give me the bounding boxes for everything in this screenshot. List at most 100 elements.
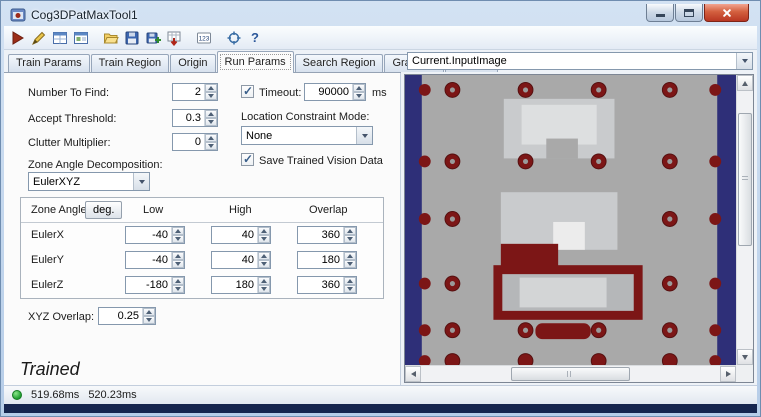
- spinner-buttons: [257, 227, 270, 243]
- timeout-spinner[interactable]: 90000: [304, 83, 366, 101]
- spinner-up-button[interactable]: [258, 252, 270, 260]
- eulerz-high-spinner[interactable]: 180: [211, 276, 271, 294]
- table-header-divider: [21, 222, 383, 223]
- eulery-high-spinner[interactable]: 40: [211, 251, 271, 269]
- save-button[interactable]: [122, 28, 142, 48]
- eulerz-overlap-spinner[interactable]: 360: [297, 276, 357, 294]
- main-area: Number To Find: 2 Timeout: 90000 ms Acce…: [4, 73, 757, 385]
- train-button[interactable]: [29, 28, 49, 48]
- spinner-up-button[interactable]: [258, 227, 270, 235]
- accept-threshold-spinner[interactable]: 0.3: [172, 109, 218, 127]
- import-record-button[interactable]: [164, 28, 184, 48]
- spinner-down-button[interactable]: [344, 260, 356, 268]
- spinner-down-button[interactable]: [205, 142, 217, 150]
- eulerx-high-value: 40: [241, 229, 254, 241]
- eulerz-low-spinner[interactable]: -180: [125, 276, 185, 294]
- vertical-scroll-thumb[interactable]: [738, 112, 752, 247]
- window-controls: [645, 4, 749, 22]
- low-column-header: Low: [143, 204, 164, 216]
- accept-threshold-value: 0.3: [185, 112, 201, 124]
- save-trained-checkbox[interactable]: [241, 152, 254, 166]
- scroll-down-button[interactable]: [737, 349, 753, 365]
- results-window-button[interactable]: [50, 28, 70, 48]
- spinner-up-button[interactable]: [172, 277, 184, 285]
- close-button[interactable]: [704, 4, 749, 22]
- zone-angle-decomposition-combobox[interactable]: EulerXYZ: [28, 172, 150, 191]
- eulerx-row-label: EulerX: [31, 229, 65, 241]
- horizontal-scroll-thumb[interactable]: [510, 367, 631, 381]
- spinner-up-button[interactable]: [205, 134, 217, 142]
- spinner-down-button[interactable]: [172, 285, 184, 293]
- setup-window-button[interactable]: [71, 28, 91, 48]
- input-image-selector-slot: Current.InputImage: [407, 52, 753, 70]
- number-to-find-spinner[interactable]: 2: [172, 83, 218, 101]
- spinner-down-button[interactable]: [258, 235, 270, 243]
- spinner-down-button[interactable]: [172, 235, 184, 243]
- xyz-overlap-spinner[interactable]: 0.25: [98, 307, 156, 325]
- spinner-up-button[interactable]: [143, 308, 155, 316]
- dropdown-arrow-icon[interactable]: [133, 173, 149, 190]
- save-record-button[interactable]: [143, 28, 163, 48]
- horizontal-scrollbar[interactable]: [405, 365, 736, 382]
- eulerz-low-value: -180: [145, 279, 168, 291]
- scroll-left-button[interactable]: [405, 366, 421, 382]
- scroll-up-button[interactable]: [737, 75, 753, 91]
- location-constraint-value: None: [246, 129, 273, 142]
- eulery-overlap-spinner[interactable]: 180: [297, 251, 357, 269]
- open-button[interactable]: [101, 28, 121, 48]
- spinner-down-button[interactable]: [143, 316, 155, 324]
- spinner-down-button[interactable]: [344, 235, 356, 243]
- eulery-low-spinner[interactable]: -40: [125, 251, 185, 269]
- eulery-high-value: 40: [241, 254, 254, 266]
- scrollbar-corner: [736, 365, 753, 382]
- image-display[interactable]: [405, 75, 736, 365]
- tab-origin[interactable]: Origin: [170, 54, 216, 72]
- dropdown-arrow-icon[interactable]: [356, 127, 372, 144]
- spinner-up-button[interactable]: [205, 84, 217, 92]
- tab-train-params[interactable]: Train Params: [8, 54, 90, 72]
- run-button[interactable]: [8, 28, 28, 48]
- dropdown-arrow-icon[interactable]: [736, 53, 752, 69]
- deg-button[interactable]: deg.: [85, 201, 123, 219]
- calculator-button[interactable]: 123: [194, 28, 214, 48]
- eulerx-overlap-spinner[interactable]: 360: [297, 226, 357, 244]
- location-constraint-combobox[interactable]: None: [241, 126, 373, 145]
- tab-run-params[interactable]: Run Params: [216, 51, 294, 73]
- image-viewport: [404, 74, 754, 383]
- spinner-up-button[interactable]: [205, 110, 217, 118]
- help-button[interactable]: ?: [245, 28, 265, 48]
- spinner-up-button[interactable]: [344, 277, 356, 285]
- calculator-icon: 123: [197, 32, 211, 43]
- probe-button[interactable]: [224, 28, 244, 48]
- spinner-down-button[interactable]: [258, 285, 270, 293]
- eulerx-low-spinner[interactable]: -40: [125, 226, 185, 244]
- spinner-down-button[interactable]: [344, 285, 356, 293]
- spinner-down-button[interactable]: [172, 260, 184, 268]
- save-trained-label: Save Trained Vision Data: [259, 155, 383, 167]
- spinner-up-button[interactable]: [258, 277, 270, 285]
- spinner-down-button[interactable]: [205, 92, 217, 100]
- trained-status-text: Trained: [20, 359, 80, 379]
- input-image-selector[interactable]: Current.InputImage: [407, 52, 753, 70]
- tab-train-region[interactable]: Train Region: [90, 54, 170, 72]
- spinner-down-button[interactable]: [353, 92, 365, 100]
- clutter-multiplier-spinner[interactable]: 0: [172, 133, 218, 151]
- image-panel: [401, 73, 757, 385]
- eulerx-high-spinner[interactable]: 40: [211, 226, 271, 244]
- spinner-up-button[interactable]: [344, 227, 356, 235]
- spinner-up-button[interactable]: [172, 227, 184, 235]
- spinner-up-button[interactable]: [353, 84, 365, 92]
- maximize-button[interactable]: [675, 4, 703, 22]
- timeout-checkbox[interactable]: [241, 84, 254, 98]
- spinner-down-button[interactable]: [205, 118, 217, 126]
- minimize-button[interactable]: [646, 4, 674, 22]
- tab-search-region[interactable]: Search Region: [294, 54, 384, 72]
- app-window: Cog3DPatMaxTool1 123 ? Train Params Trai…: [0, 0, 761, 417]
- vertical-scrollbar[interactable]: [736, 75, 753, 365]
- spinner-down-button[interactable]: [258, 260, 270, 268]
- spinner-up-button[interactable]: [172, 252, 184, 260]
- high-column-header: High: [229, 204, 252, 216]
- spinner-up-button[interactable]: [344, 252, 356, 260]
- scroll-right-button[interactable]: [720, 366, 736, 382]
- close-icon: [721, 7, 733, 19]
